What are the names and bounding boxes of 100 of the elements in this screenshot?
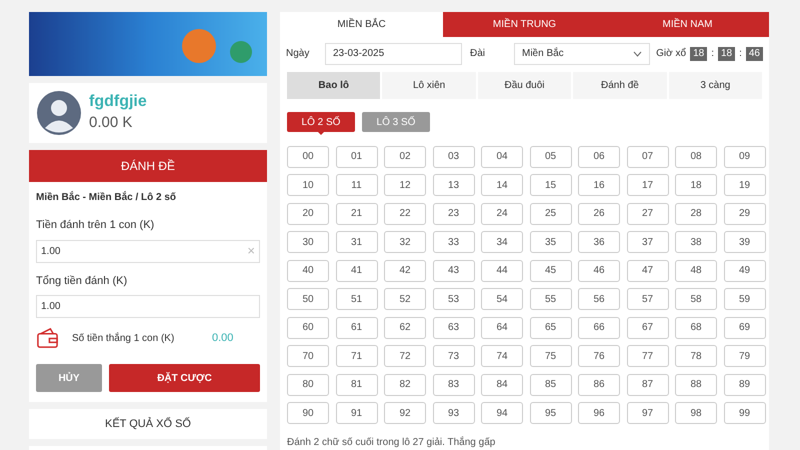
number-button[interactable]: 53 (432, 288, 474, 310)
number-button[interactable]: 82 (384, 374, 426, 396)
number-button[interactable]: 07 (626, 146, 668, 168)
number-button[interactable]: 09 (724, 146, 766, 168)
bet-type-tab[interactable]: Lô xiên (382, 72, 476, 98)
number-button[interactable]: 33 (432, 231, 474, 253)
number-button[interactable]: 39 (724, 231, 766, 253)
number-button[interactable]: 59 (724, 288, 766, 310)
number-button[interactable]: 16 (578, 174, 620, 196)
number-button[interactable]: 01 (336, 146, 378, 168)
number-button[interactable]: 90 (287, 402, 329, 424)
number-button[interactable]: 00 (287, 146, 329, 168)
region-tab[interactable]: MIỀN NAM (606, 12, 769, 36)
number-button[interactable]: 95 (530, 402, 572, 424)
number-button[interactable]: 85 (530, 374, 572, 396)
number-button[interactable]: 49 (724, 260, 766, 282)
number-button[interactable]: 92 (384, 402, 426, 424)
number-button[interactable]: 81 (336, 374, 378, 396)
number-button[interactable]: 57 (626, 288, 668, 310)
number-button[interactable]: 84 (481, 374, 523, 396)
number-button[interactable]: 18 (675, 174, 717, 196)
number-button[interactable]: 28 (675, 202, 717, 224)
number-button[interactable]: 60 (287, 316, 329, 338)
number-button[interactable]: 96 (578, 402, 620, 424)
number-button[interactable]: 61 (336, 316, 378, 338)
number-button[interactable]: 44 (481, 260, 523, 282)
place-bet-button[interactable]: ĐẶT CƯỢC (109, 364, 260, 392)
number-button[interactable]: 78 (675, 345, 717, 367)
sub-type-button[interactable]: LÔ 2 SỐ (287, 112, 355, 132)
number-button[interactable]: 20 (287, 202, 329, 224)
number-button[interactable]: 80 (287, 374, 329, 396)
number-button[interactable]: 04 (481, 146, 523, 168)
station-select[interactable]: Miền Bắc (514, 42, 650, 64)
number-button[interactable]: 64 (481, 316, 523, 338)
number-button[interactable]: 51 (336, 288, 378, 310)
number-button[interactable]: 36 (578, 231, 620, 253)
number-button[interactable]: 99 (724, 402, 766, 424)
sidebar-link[interactable]: KẾT QUẢ XỔ SỐ (29, 409, 267, 439)
number-button[interactable]: 74 (481, 345, 523, 367)
number-button[interactable]: 50 (287, 288, 329, 310)
stake-input[interactable]: 1.00 × (36, 240, 260, 262)
number-button[interactable]: 25 (530, 202, 572, 224)
number-button[interactable]: 83 (432, 374, 474, 396)
number-button[interactable]: 45 (530, 260, 572, 282)
number-button[interactable]: 15 (530, 174, 572, 196)
number-button[interactable]: 62 (384, 316, 426, 338)
number-button[interactable]: 58 (675, 288, 717, 310)
number-button[interactable]: 48 (675, 260, 717, 282)
total-input[interactable]: 1.00 (36, 295, 260, 318)
number-button[interactable]: 54 (481, 288, 523, 310)
number-button[interactable]: 77 (626, 345, 668, 367)
number-button[interactable]: 10 (287, 174, 329, 196)
number-button[interactable]: 31 (336, 231, 378, 253)
number-button[interactable]: 34 (481, 231, 523, 253)
number-button[interactable]: 68 (675, 316, 717, 338)
number-button[interactable]: 55 (530, 288, 572, 310)
number-button[interactable]: 19 (724, 174, 766, 196)
bet-type-tab[interactable]: Đầu đuôi (478, 72, 572, 98)
number-button[interactable]: 46 (578, 260, 620, 282)
number-button[interactable]: 98 (675, 402, 717, 424)
number-button[interactable]: 17 (626, 174, 668, 196)
number-button[interactable]: 79 (724, 345, 766, 367)
number-button[interactable]: 63 (432, 316, 474, 338)
number-button[interactable]: 40 (287, 260, 329, 282)
number-button[interactable]: 05 (530, 146, 572, 168)
number-button[interactable]: 06 (578, 146, 620, 168)
number-button[interactable]: 67 (626, 316, 668, 338)
number-button[interactable]: 24 (481, 202, 523, 224)
number-button[interactable]: 76 (578, 345, 620, 367)
number-button[interactable]: 72 (384, 345, 426, 367)
bet-type-tab[interactable]: Đánh đề (573, 72, 667, 98)
number-button[interactable]: 14 (481, 174, 523, 196)
number-button[interactable]: 71 (336, 345, 378, 367)
number-button[interactable]: 29 (724, 202, 766, 224)
number-button[interactable]: 27 (626, 202, 668, 224)
region-tab[interactable]: MIỀN TRUNG (443, 12, 606, 36)
number-button[interactable]: 91 (336, 402, 378, 424)
number-button[interactable]: 43 (432, 260, 474, 282)
bet-type-tab[interactable]: Bao lô (287, 72, 380, 98)
number-button[interactable]: 12 (384, 174, 426, 196)
number-button[interactable]: 08 (675, 146, 717, 168)
number-button[interactable]: 02 (384, 146, 426, 168)
number-button[interactable]: 21 (336, 202, 378, 224)
number-button[interactable]: 65 (530, 316, 572, 338)
number-button[interactable]: 38 (675, 231, 717, 253)
number-button[interactable]: 94 (481, 402, 523, 424)
number-button[interactable]: 97 (626, 402, 668, 424)
number-button[interactable]: 47 (626, 260, 668, 282)
number-button[interactable]: 41 (336, 260, 378, 282)
number-button[interactable]: 26 (578, 202, 620, 224)
number-button[interactable]: 42 (384, 260, 426, 282)
number-button[interactable]: 89 (724, 374, 766, 396)
number-button[interactable]: 69 (724, 316, 766, 338)
number-button[interactable]: 73 (432, 345, 474, 367)
number-button[interactable]: 11 (336, 174, 378, 196)
number-button[interactable]: 66 (578, 316, 620, 338)
number-button[interactable]: 52 (384, 288, 426, 310)
number-button[interactable]: 70 (287, 345, 329, 367)
number-button[interactable]: 32 (384, 231, 426, 253)
number-button[interactable]: 56 (578, 288, 620, 310)
